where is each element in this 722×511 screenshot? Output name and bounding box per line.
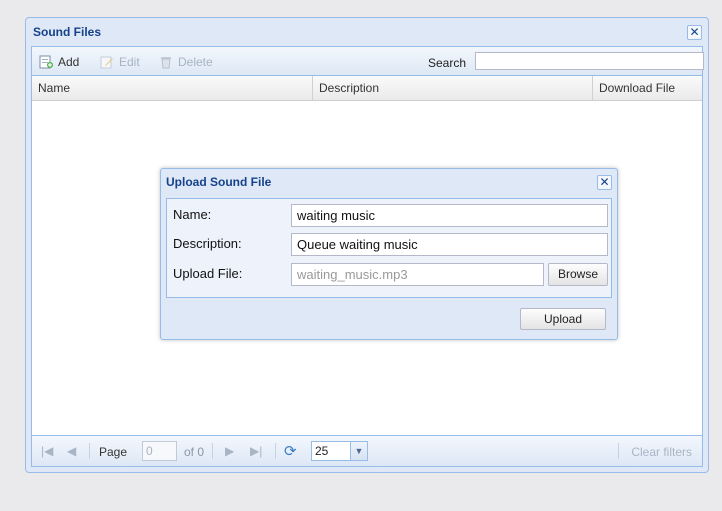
name-label: Name:	[173, 207, 212, 222]
last-page-icon[interactable]: ▶|	[250, 444, 262, 458]
pager-separator	[618, 443, 619, 459]
add-label: Add	[58, 55, 80, 69]
pager-separator	[275, 443, 276, 459]
window-header: Sound Files ✕	[26, 18, 708, 46]
window-close-button[interactable]: ✕	[687, 25, 702, 40]
upload-sound-file-dialog: Upload Sound File ✕ Name: waiting music …	[160, 168, 618, 340]
name-field[interactable]: waiting music	[291, 204, 608, 227]
upload-file-field[interactable]: waiting_music.mp3	[291, 263, 544, 286]
edit-label: Edit	[119, 55, 140, 69]
column-header-download-file[interactable]: Download File	[593, 76, 702, 100]
page-size-select[interactable]: 25 ▼	[311, 441, 368, 461]
delete-label: Delete	[178, 55, 213, 69]
search-input[interactable]	[475, 52, 704, 70]
refresh-icon[interactable]: ⟳	[284, 442, 297, 460]
search-label: Search	[428, 56, 467, 70]
prev-page-icon[interactable]: ◀	[67, 444, 76, 458]
edit-button[interactable]: Edit	[100, 54, 140, 70]
column-header-description[interactable]: Description	[313, 76, 593, 100]
grid-toolbar: Add Edit Delete Search	[32, 47, 704, 76]
next-page-icon[interactable]: ▶	[225, 444, 234, 458]
add-button[interactable]: Add	[39, 54, 79, 70]
upload-button[interactable]: Upload	[520, 308, 606, 330]
browse-button[interactable]: Browse	[548, 263, 608, 286]
column-header-name[interactable]: Name	[32, 76, 313, 100]
upload-form: Name: waiting music Description: Queue w…	[166, 198, 612, 298]
page-size-value: 25	[315, 444, 329, 458]
clear-filters-button[interactable]: Clear filters	[631, 445, 692, 459]
page-count-label: of 0	[184, 445, 205, 459]
delete-icon	[159, 55, 173, 69]
upload-file-label: Upload File:	[173, 266, 243, 281]
first-page-icon[interactable]: |◀	[41, 444, 53, 458]
paging-toolbar: |◀ ◀ Page 0 of 0 ▶ ▶| ⟳ 25 ▼ Clear filte…	[32, 435, 702, 466]
chevron-down-icon[interactable]: ▼	[350, 442, 367, 460]
window-title: Sound Files	[33, 25, 102, 39]
close-icon: ✕	[599, 175, 610, 189]
pager-separator	[212, 443, 213, 459]
add-icon	[39, 55, 53, 69]
page-number-input[interactable]: 0	[142, 441, 177, 461]
description-label: Description:	[173, 236, 242, 251]
pager-separator	[89, 443, 90, 459]
dialog-title: Upload Sound File	[166, 175, 272, 189]
dialog-close-button[interactable]: ✕	[597, 175, 612, 190]
close-icon: ✕	[689, 25, 700, 39]
grid-header: Name Description Download File	[32, 76, 702, 101]
delete-button[interactable]: Delete	[159, 54, 213, 70]
page-label: Page	[99, 445, 128, 459]
description-field[interactable]: Queue waiting music	[291, 233, 608, 256]
edit-icon	[100, 55, 114, 69]
